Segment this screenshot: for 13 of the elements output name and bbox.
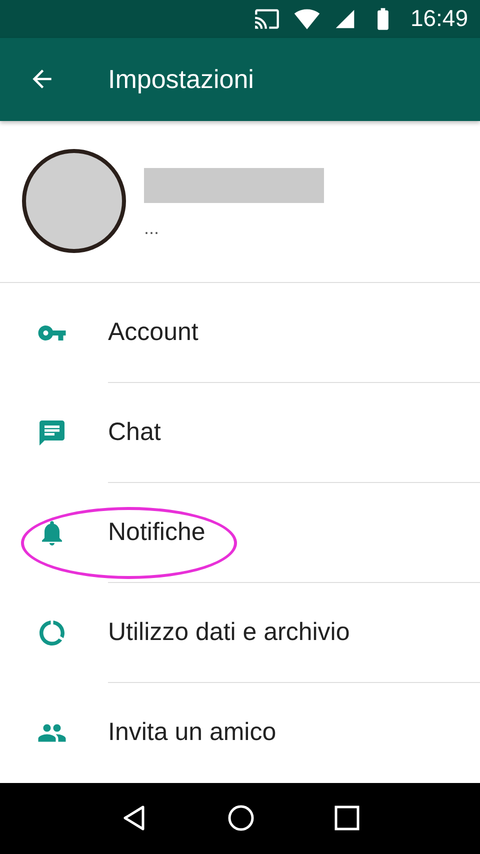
settings-item[interactable]: Account [108, 282, 480, 384]
settings-item[interactable]: Chat [108, 382, 480, 484]
settings-item[interactable]: Notifiche [108, 482, 480, 584]
settings-item[interactable]: Utilizzo dati e archivio [108, 582, 480, 684]
settings-item[interactable]: Invita un amico [108, 682, 480, 783]
screen-title: Impostazioni [108, 64, 254, 95]
chat-icon [37, 418, 67, 448]
recents-nav-button[interactable] [334, 805, 360, 832]
clock: 16:49 [410, 5, 468, 32]
signal-icon [334, 8, 356, 30]
ring-icon [37, 618, 67, 648]
profile-status: ... [144, 220, 160, 235]
home-nav-button[interactable] [226, 804, 255, 832]
